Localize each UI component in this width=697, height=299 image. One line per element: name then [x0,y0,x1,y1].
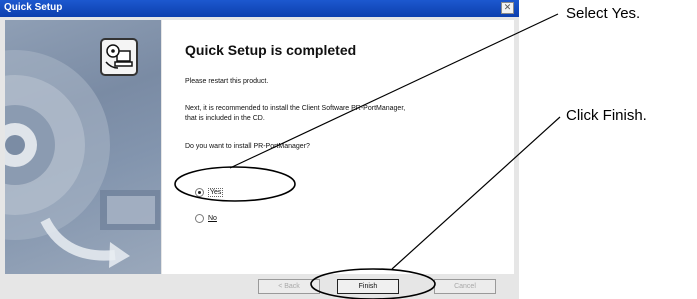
radio-no-label: No [208,215,217,222]
quick-setup-dialog: Quick Setup ✕ Quick Setup is completed P… [0,0,519,299]
back-button[interactable]: < Back [258,279,320,294]
wizard-content: Quick Setup is completed Please restart … [162,20,514,274]
computer-cd-icon [100,38,138,76]
callout-click-finish: Click Finish. [566,107,647,124]
radio-button-yes[interactable] [195,188,204,197]
window-title: Quick Setup [4,2,63,13]
radio-yes[interactable]: Yes [195,188,224,197]
callout-select-yes: Select Yes. [566,5,641,22]
close-icon: ✕ [503,3,512,13]
recommendation-line-2: that is included in the CD. [185,115,265,122]
radio-yes-label: Yes [210,189,222,196]
recommendation-text: Next, it is recommended to install the C… [185,104,485,124]
wizard-side-graphic [5,20,161,274]
title-bar[interactable]: Quick Setup ✕ [0,0,519,17]
close-button[interactable]: ✕ [501,2,514,14]
recommendation-line-1: Next, it is recommended to install the C… [185,105,406,112]
page-title: Quick Setup is completed [185,42,357,58]
restart-instruction: Please restart this product. [185,78,269,85]
cancel-button[interactable]: Cancel [434,279,496,294]
finish-button[interactable]: Finish [337,279,399,294]
radio-no[interactable]: No [195,214,217,223]
install-question: Do you want to install PR-PortManager? [185,143,310,150]
radio-button-no[interactable] [195,214,204,223]
